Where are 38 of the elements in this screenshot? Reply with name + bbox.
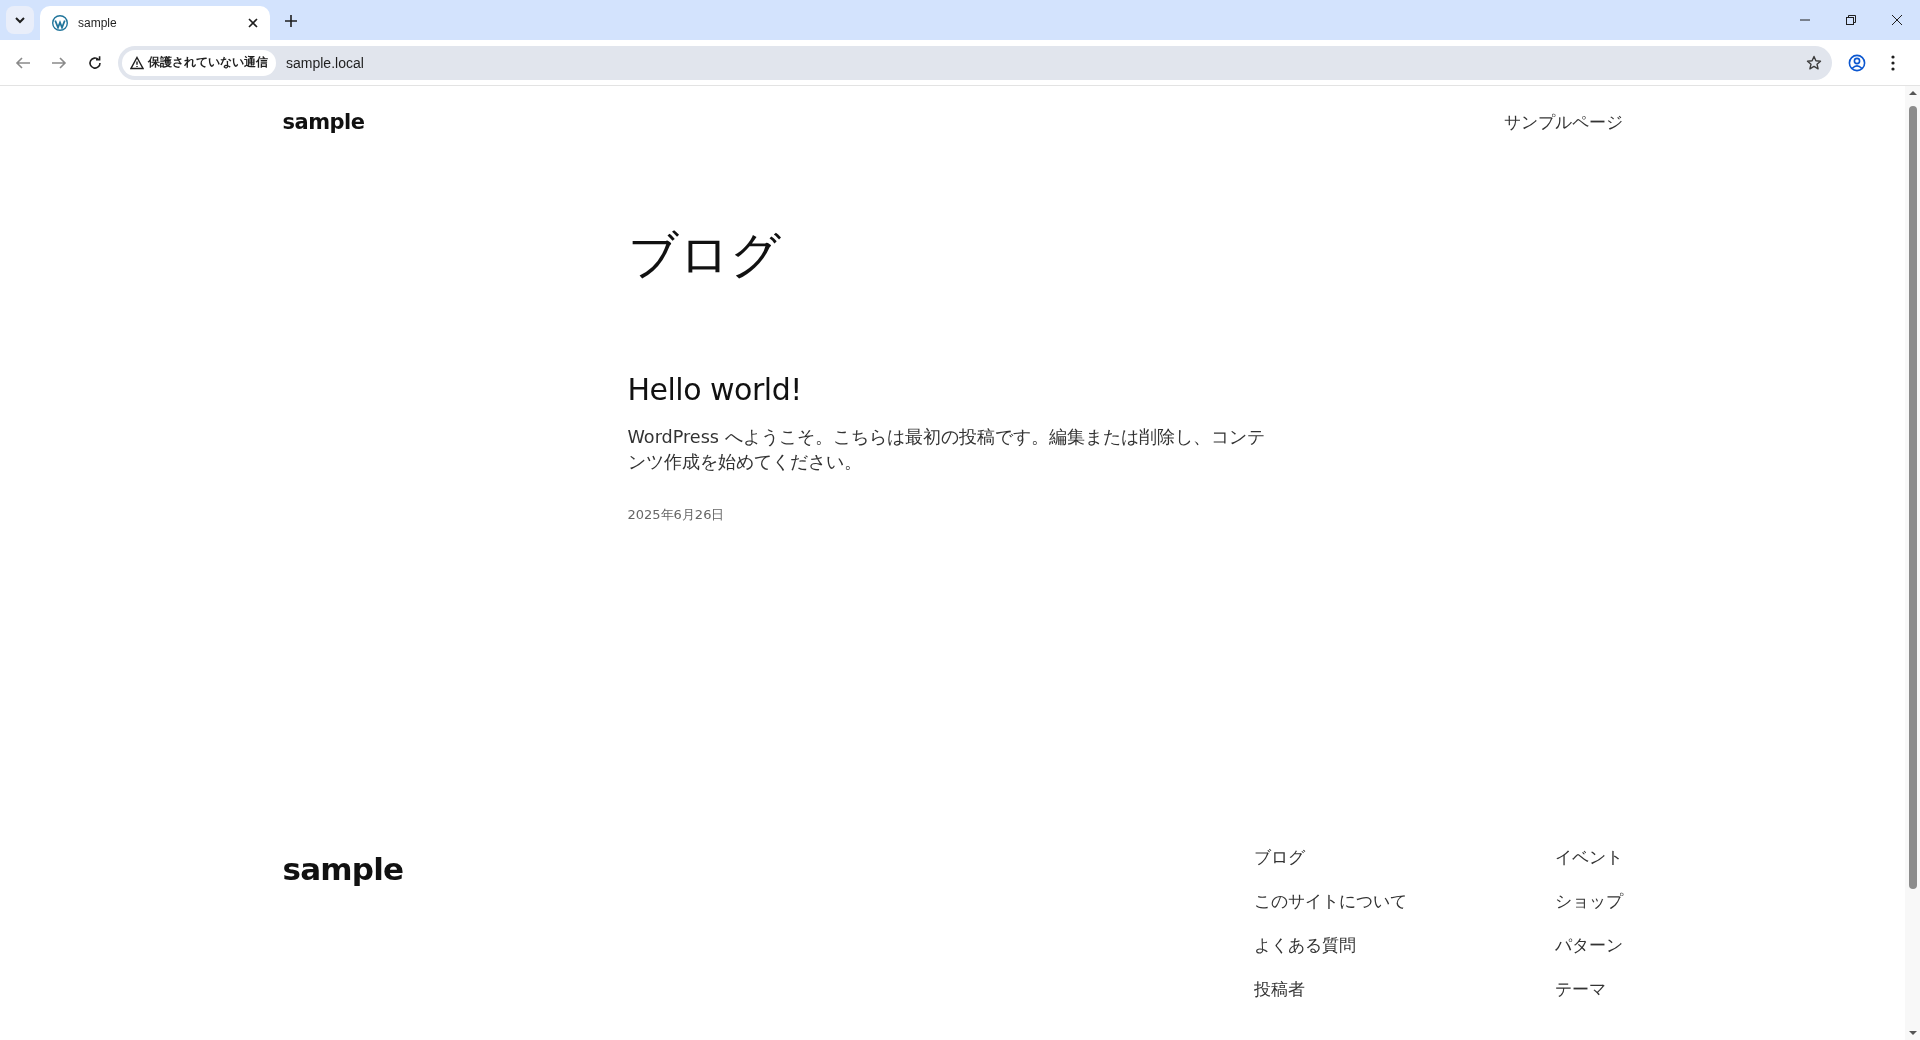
tab-title: sample (78, 16, 118, 30)
footer-nav-link[interactable]: イベント (1554, 845, 1623, 869)
security-indicator[interactable]: 保護されていない通信 (122, 49, 276, 76)
forward-arrow-icon (51, 54, 67, 71)
tab-list-button[interactable] (6, 6, 34, 34)
tab-close-button[interactable] (246, 16, 260, 30)
browser-tab[interactable]: sample (40, 6, 270, 40)
down-triangle-icon (1908, 1030, 1917, 1036)
footer-nav-link[interactable]: テーマ (1554, 977, 1623, 1001)
post-excerpt: WordPress へようこそ。こちらは最初の投稿です。編集または削除し、コンテンツ作成を始めてください。 (627, 426, 1266, 474)
footer-nav-link[interactable]: 投稿者 (1253, 977, 1555, 1001)
footer-nav-link[interactable]: ショップ (1554, 889, 1623, 913)
footer-nav-link[interactable]: パターン (1554, 933, 1623, 957)
restore-icon (1846, 15, 1856, 25)
profile-icon (1848, 53, 1866, 72)
post-title-link[interactable]: Hello world! (627, 370, 802, 410)
close-icon (1892, 15, 1902, 25)
nav-link[interactable]: サンプルページ (1503, 110, 1623, 134)
page-heading: ブログ (627, 225, 781, 285)
star-icon (1806, 54, 1822, 71)
back-arrow-icon (15, 54, 31, 71)
address-bar[interactable]: 保護されていない通信 sample.local (118, 45, 1832, 80)
warning-icon (130, 55, 144, 70)
site-title-link[interactable]: sample (282, 110, 365, 134)
footer-site-title-link[interactable]: sample (282, 851, 404, 887)
scrollbar[interactable] (1905, 86, 1920, 1040)
kebab-menu-icon (1891, 54, 1895, 71)
footer-nav-link[interactable]: よくある質問 (1253, 933, 1555, 957)
w-logo-icon (52, 15, 68, 31)
footer-nav-link[interactable]: ブログ (1253, 845, 1555, 869)
post-date: 2025年6月26日 (627, 506, 725, 524)
reload-icon (87, 54, 103, 71)
scrollbar-thumb[interactable] (1908, 106, 1917, 889)
url-text: sample.local (286, 54, 365, 71)
up-triangle-icon (1908, 90, 1917, 96)
footer-nav-link[interactable]: このサイトについて (1253, 889, 1555, 913)
plus-icon (284, 14, 298, 28)
close-icon (246, 16, 260, 30)
